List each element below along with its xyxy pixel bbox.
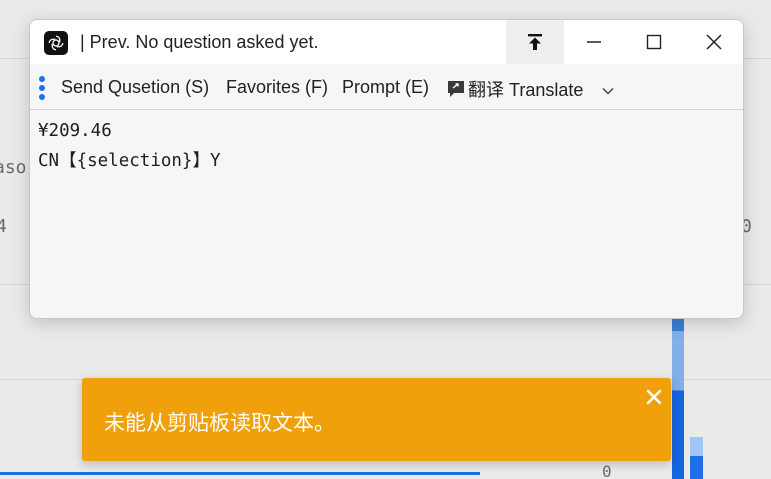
chatgpt-popup-window: | Prev. No question asked yet. Send Quse… [29, 19, 744, 319]
toast-close-icon[interactable] [645, 388, 663, 406]
window-title: | Prev. No question asked yet. [80, 32, 319, 52]
background-number-left: 4 [0, 216, 7, 237]
favorites-button[interactable]: Favorites (F) [226, 77, 328, 98]
translate-chat-icon [448, 81, 464, 97]
minimize-button[interactable] [566, 20, 622, 64]
background-chart-column [690, 437, 703, 479]
toolbar: Send Qusetion (S) Favorites (F) Prompt (… [30, 68, 743, 106]
content-divider [30, 109, 743, 110]
chatgpt-logo-icon [44, 31, 68, 55]
pin-to-top-button[interactable] [506, 20, 564, 64]
title-bar[interactable]: | Prev. No question asked yet. [30, 20, 743, 64]
background-text-fragment: aso [0, 157, 27, 178]
chevron-down-icon[interactable] [600, 83, 616, 99]
maximize-icon [646, 34, 662, 50]
more-options-icon[interactable] [38, 75, 46, 101]
toast-message: 未能从剪贴板读取文本。 [104, 411, 335, 435]
translate-label: 翻译 Translate [468, 80, 584, 100]
response-text-area[interactable]: ¥209.46 CN【{selection}】Y [38, 116, 735, 176]
background-chart-column [672, 318, 684, 479]
maximize-button[interactable] [626, 20, 682, 64]
pin-to-top-icon [528, 34, 542, 50]
translate-button[interactable]: 翻译 Translate [446, 76, 583, 102]
background-progress-line [0, 472, 480, 475]
close-window-button[interactable] [686, 20, 742, 64]
prompt-button[interactable]: Prompt (E) [342, 77, 429, 98]
close-icon [706, 34, 722, 50]
content-line: CN【{selection}】Y [38, 151, 221, 171]
error-toast: 未能从剪贴板读取文本。 [82, 378, 671, 461]
content-line: ¥209.46 [38, 121, 112, 141]
send-question-button[interactable]: Send Qusetion (S) [61, 77, 209, 98]
background-axis-zero: 0 [602, 462, 612, 479]
minimize-icon [587, 41, 601, 43]
